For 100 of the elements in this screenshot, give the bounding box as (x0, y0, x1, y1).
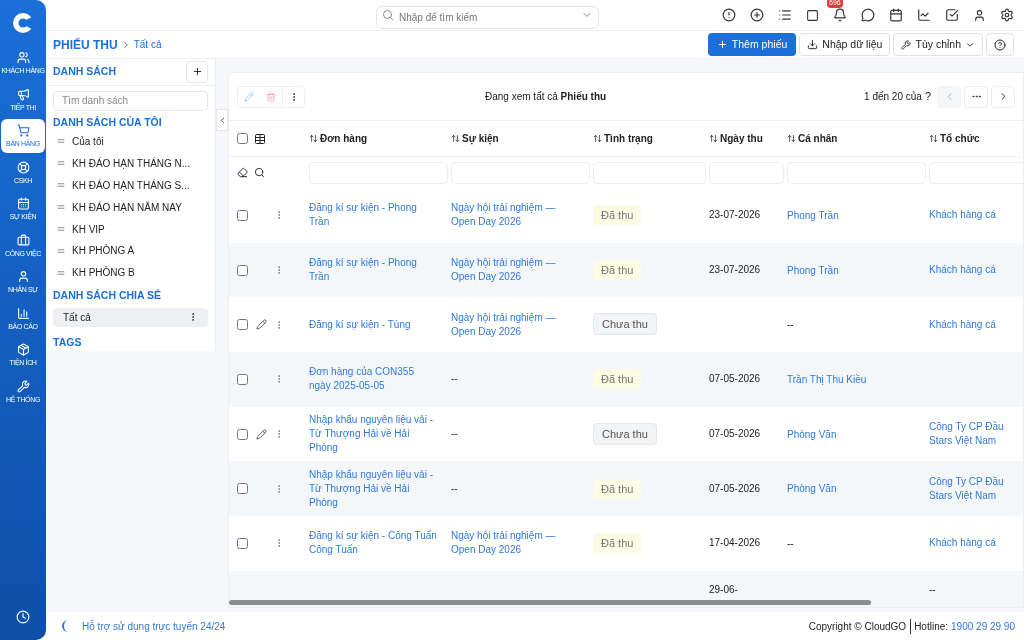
person-link[interactable]: Phong Trần (787, 209, 839, 221)
column-header[interactable]: Ngày thu (709, 131, 787, 146)
organization-link[interactable]: Khách hàng cá (929, 208, 1023, 223)
table-cell-text: 23-07-2026 (709, 263, 762, 278)
pencil-icon (244, 91, 254, 102)
order-link[interactable]: Đăng kí sự kiện - Tùng (309, 317, 437, 332)
organization-link[interactable]: Khách hàng cá (929, 317, 1023, 332)
row-checkbox[interactable] (237, 373, 248, 385)
order-link[interactable]: Đăng kí sự kiện - Phong Trần (309, 256, 437, 285)
column-header[interactable]: Sự kiện (451, 131, 593, 146)
row-checkbox[interactable] (237, 428, 248, 440)
line-chart-icon[interactable] (917, 8, 931, 22)
list-item[interactable]: KH ĐÁO HẠN NĂM NAY (46, 196, 215, 219)
cart-icon (16, 124, 30, 137)
plus-icon (716, 39, 728, 50)
wrench-icon (16, 379, 30, 393)
list-icon[interactable] (778, 8, 792, 22)
download-icon (807, 39, 819, 50)
row-checkbox[interactable] (237, 209, 248, 221)
list-item[interactable]: KH ĐÁO HẠN THÁNG N... (46, 152, 215, 175)
list-item[interactable]: KH ĐÁO HẠN THÁNG S... (46, 174, 215, 197)
add-button[interactable]: Thêm phiếu (707, 33, 797, 56)
sort-icon (593, 134, 602, 143)
list-item[interactable]: Tất cả (53, 307, 208, 328)
organization-link[interactable]: Công Ty CP Đầu Stars Việt Nam (929, 420, 1023, 449)
megaphone-icon (16, 87, 30, 101)
pencil-icon[interactable] (255, 319, 267, 331)
table-row[interactable]: Nhập khẩu nguyên liệu vải - Từ Thượng Hải về Hải Phòng -- Đã thu 07-05-2026 Phòng Văn Công Ty CP Đầu Stars Việt Nam (229, 461, 1023, 517)
organization-link[interactable]: Khách hàng cá (929, 263, 1023, 278)
calendar-icon[interactable] (889, 8, 903, 22)
help-icon (994, 38, 1006, 51)
lifebuoy-icon (16, 160, 30, 174)
trash-icon (266, 91, 276, 102)
plus-icon (191, 66, 203, 78)
table-icon[interactable] (254, 132, 266, 145)
person-link[interactable]: Phòng Văn (787, 428, 837, 440)
table-row[interactable]: Đơn hàng của CON355 ngày 2025-05-05 -- Đã thu 07-05-2026 Trần Thị Thu Kiều (229, 352, 1023, 407)
row-checkbox[interactable] (237, 537, 248, 549)
person-link[interactable]: Phong Trần (787, 264, 839, 276)
pencil-icon[interactable] (255, 428, 267, 440)
organization-link[interactable]: Công Ty CP Đầu Stars Việt Nam (929, 474, 1023, 503)
add-list-button[interactable] (186, 60, 208, 83)
customize-button[interactable]: Tùy chỉnh (893, 33, 983, 56)
list-item[interactable]: KH PHÒNG B (46, 261, 215, 284)
horizontal-scrollbar[interactable] (229, 600, 871, 605)
person-link[interactable]: Trần Thị Thu Kiều (787, 373, 867, 385)
list-item[interactable]: Của tôi (46, 130, 215, 153)
section-title: DANH SÁCH CHIA SẺ (52, 287, 163, 303)
row-checkbox[interactable] (237, 319, 248, 331)
search-icon[interactable] (254, 167, 265, 178)
order-link[interactable]: Đăng kí sự kiện - Công Tuấn Công Tuấn (309, 529, 437, 558)
row-checkbox[interactable] (237, 483, 248, 495)
clock-icon[interactable] (16, 610, 30, 624)
column-header[interactable]: Đơn hàng (309, 131, 451, 146)
support-link[interactable]: Hỗ trợ sử dụng trực tuyến 24/24 (82, 618, 226, 634)
event-link[interactable]: Ngày hội trải nghiệm — Open Day 2026 (451, 201, 573, 230)
status-badge: Đã thu (593, 369, 642, 390)
logo-icon[interactable] (12, 12, 34, 34)
calendar-icon (16, 197, 30, 210)
event-link[interactable]: Ngày hội trải nghiệm — Open Day 2026 (451, 310, 573, 339)
sort-icon (451, 134, 460, 143)
total-count: ? (924, 89, 931, 105)
event-link[interactable]: Ngày hội trải nghiệm — Open Day 2026 (451, 256, 573, 285)
order-link[interactable]: Nhập khẩu nguyên liệu vải - Từ Thượng Hải về Hải Phòng (309, 413, 437, 456)
search-field[interactable]: Nhập để tìm kiếm (376, 5, 599, 29)
list-item[interactable]: KH PHÒNG A (46, 240, 215, 262)
checkbox-icon[interactable] (945, 8, 959, 22)
alert-icon[interactable] (722, 8, 736, 22)
hotline-link[interactable]: 1900 29 29 90 (951, 618, 1015, 634)
sort-icon (929, 134, 938, 143)
status-badge: Đã thu (593, 205, 642, 226)
notification-icon[interactable] (833, 8, 847, 22)
breadcrumb-link[interactable]: Tất cả (133, 37, 162, 52)
eraser-icon[interactable] (237, 167, 248, 178)
order-link[interactable]: Nhập khẩu nguyên liệu vải - Từ Thượng Hải về Hải Phòng (309, 467, 437, 510)
person-icon (16, 270, 30, 283)
user-icon[interactable] (973, 8, 986, 22)
import-button[interactable]: Nhập dữ liệu (799, 33, 891, 56)
select-all-checkbox[interactable] (237, 133, 248, 144)
table-row[interactable]: Đăng kí sự kiện - Phong Trần Ngày hội trải nghiệm — Open Day 2026 Đã thu 23-07-2026 Phong Trần Khách hàng cá (229, 242, 1023, 298)
status-badge: Đã thu (593, 478, 642, 499)
order-link[interactable]: Đơn hàng của CON355 ngày 2025-05-05 (309, 365, 437, 394)
person-link[interactable]: Phòng Văn (787, 483, 837, 495)
order-link[interactable]: Đăng kí sự kiện - Phong Trần (309, 201, 437, 230)
column-header[interactable]: Tình trạng (593, 131, 709, 146)
sort-icon (709, 134, 718, 143)
event-link[interactable]: Ngày hội trải nghiệm — Open Day 2026 (451, 529, 573, 558)
organization-link[interactable]: Khách hàng cá (929, 536, 1023, 551)
settings-icon[interactable] (1000, 8, 1014, 22)
status-badge: Chưa thu (593, 313, 657, 336)
table-cell-text: 23-07-2026 (709, 208, 762, 223)
list-search-field[interactable]: Tìm danh sách (53, 90, 208, 111)
column-header[interactable]: Tổ chức (929, 131, 1023, 146)
list-item[interactable]: KH VIP (46, 218, 215, 241)
chat-icon[interactable] (861, 8, 875, 22)
help-button[interactable] (986, 33, 1014, 56)
column-header[interactable]: Cá nhân (787, 131, 929, 146)
row-checkbox[interactable] (237, 264, 248, 276)
add-circle-icon[interactable] (750, 8, 764, 22)
status-badge: Chưa thu (593, 422, 657, 445)
